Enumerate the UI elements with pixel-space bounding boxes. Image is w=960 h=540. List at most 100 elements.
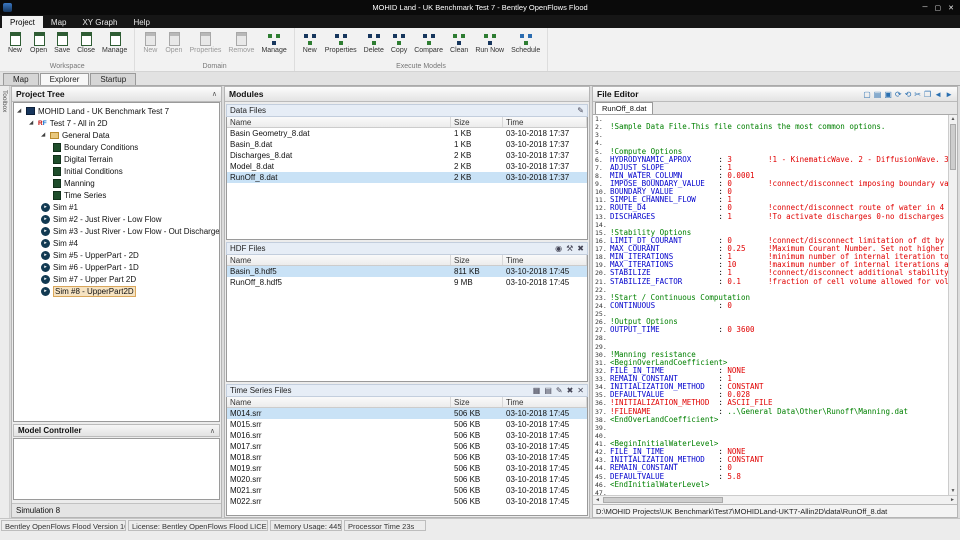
edit-icon[interactable]: ✎ [577, 106, 584, 116]
tree-item[interactable]: ▸Sim #3 - Just River - Low Flow - Out Di… [14, 225, 219, 237]
ribbon-button-properties[interactable]: Properties [322, 30, 360, 62]
table-row[interactable]: M022.srr506 KB03-10-2018 17:45 [227, 496, 587, 507]
tree-item[interactable]: Boundary Conditions [14, 141, 219, 153]
menu-project[interactable]: Project [2, 16, 43, 28]
scroll-left-icon[interactable]: ◄ [595, 497, 600, 503]
view-hdf-icon[interactable]: ◉ [555, 244, 562, 254]
copy-icon[interactable]: ❐ [924, 90, 931, 99]
ribbon-button-new[interactable]: New [299, 30, 321, 62]
editor-tab[interactable]: RunOff_8.dat [595, 102, 653, 114]
table-row[interactable]: M017.srr506 KB03-10-2018 17:45 [227, 441, 587, 452]
tree-item[interactable]: Time Series [14, 189, 219, 201]
editor-area[interactable]: 1.2.3.4.5.6.7.8.9.10.11.12.13.14.15.16.1… [593, 115, 957, 495]
line-number: 1. [595, 115, 610, 123]
tree-item[interactable]: ▸Sim #7 - Upper Part 2D [14, 273, 219, 285]
ribbon-button-manage[interactable]: Manage [258, 30, 289, 62]
table-row[interactable]: M018.srr506 KB03-10-2018 17:45 [227, 452, 587, 463]
scroll-right-icon[interactable]: ► [950, 497, 955, 503]
tree-item[interactable]: Initial Conditions [14, 165, 219, 177]
toolbox-tab[interactable]: Toolbox [0, 86, 10, 518]
delete-icon[interactable]: ✖ [567, 386, 574, 396]
edit-icon[interactable]: ✎ [556, 386, 563, 396]
horizontal-scrollbar[interactable]: ◄ ► [593, 495, 957, 504]
column-header-name[interactable]: Name [227, 255, 451, 265]
tree-item[interactable]: ◢General Data [14, 129, 219, 141]
table-row[interactable]: RunOff_8.dat2 KB03-10-2018 17:37 [227, 172, 587, 183]
table-row[interactable]: Basin_8.hdf5811 KB03-10-2018 17:45 [227, 266, 587, 277]
ribbon-button-compare[interactable]: Compare [411, 30, 446, 62]
ribbon-button-clean[interactable]: Clean [447, 30, 471, 62]
plot-chart-icon[interactable]: ▦ [533, 386, 541, 396]
open-file-icon[interactable]: ▤ [874, 90, 882, 99]
table-row[interactable]: RunOff_8.hdf59 MB03-10-2018 17:45 [227, 277, 587, 288]
next-icon[interactable]: ► [945, 90, 953, 99]
prev-icon[interactable]: ◄ [934, 90, 942, 99]
horizontal-scroll-thumb[interactable] [603, 497, 723, 503]
ribbon-button-run-now[interactable]: Run Now [472, 30, 507, 62]
ribbon-button-manage[interactable]: Manage [99, 30, 130, 62]
tree-item[interactable]: ▸Sim #6 - UpperPart - 1D [14, 261, 219, 273]
table-row[interactable]: M021.srr506 KB03-10-2018 17:45 [227, 485, 587, 496]
minimize-button[interactable]: ─ [923, 4, 928, 12]
new-file-icon[interactable]: ▢ [863, 90, 871, 99]
column-header-size[interactable]: Size [451, 397, 503, 407]
column-header-name[interactable]: Name [227, 117, 451, 127]
expander-icon[interactable]: ◢ [29, 120, 38, 126]
close-icon[interactable]: ✕ [577, 386, 584, 396]
ribbon-button-save[interactable]: Save [51, 30, 73, 62]
table-row[interactable]: M014.srr506 KB03-10-2018 17:45 [227, 408, 587, 419]
ribbon-button-schedule[interactable]: Schedule [508, 30, 543, 62]
tree-item[interactable]: ◢RFTest 7 - All in 2D [14, 117, 219, 129]
table-row[interactable]: M016.srr506 KB03-10-2018 17:45 [227, 430, 587, 441]
collapse-panel-icon[interactable]: ∧ [212, 90, 217, 98]
tree-item[interactable]: ▸Sim #1 [14, 201, 219, 213]
ribbon-button-copy[interactable]: Copy [388, 30, 410, 62]
table-row[interactable]: Model_8.dat2 KB03-10-2018 17:37 [227, 161, 587, 172]
column-header-size[interactable]: Size [451, 117, 503, 127]
table-row[interactable]: M015.srr506 KB03-10-2018 17:45 [227, 419, 587, 430]
table-row[interactable]: M019.srr506 KB03-10-2018 17:45 [227, 463, 587, 474]
tree-item[interactable]: ◢MOHID Land - UK Benchmark Test 7 [14, 105, 219, 117]
undo-icon[interactable]: ⟲ [905, 90, 912, 99]
model-controller-collapse-icon[interactable]: ∧ [210, 427, 215, 435]
menu-map[interactable]: Map [43, 16, 75, 28]
close-button[interactable]: ✕ [948, 4, 954, 12]
menu-help[interactable]: Help [125, 16, 157, 28]
tree-item[interactable]: ▸Sim #2 - Just River - Low Flow [14, 213, 219, 225]
column-header-size[interactable]: Size [451, 255, 503, 265]
vertical-scroll-thumb[interactable] [950, 124, 956, 170]
vertical-scrollbar[interactable]: ▲ ▼ [948, 115, 957, 495]
tab-startup[interactable]: Startup [90, 73, 136, 85]
table-row[interactable]: Basin_8.dat1 KB03-10-2018 17:37 [227, 139, 587, 150]
ribbon-button-new[interactable]: New [4, 30, 26, 62]
save-file-icon[interactable]: ▣ [884, 90, 892, 99]
ribbon-button-delete[interactable]: Delete [361, 30, 387, 62]
expander-icon[interactable]: ◢ [41, 132, 50, 138]
scroll-down-icon[interactable]: ▼ [949, 488, 957, 494]
tab-explorer[interactable]: Explorer [40, 73, 90, 85]
explore-hdf-icon[interactable]: ⚒ [566, 244, 573, 254]
tab-map[interactable]: Map [3, 73, 39, 85]
table-row[interactable]: M020.srr506 KB03-10-2018 17:45 [227, 474, 587, 485]
column-header-name[interactable]: Name [227, 397, 451, 407]
tree-item[interactable]: ▸Sim #5 - UpperPart - 2D [14, 249, 219, 261]
menu-xy-graph[interactable]: XY Graph [74, 16, 125, 28]
cut-icon[interactable]: ✂ [914, 90, 921, 99]
expander-icon[interactable]: ◢ [17, 108, 26, 114]
maximize-button[interactable]: ▢ [935, 4, 942, 12]
table-row[interactable]: Discharges_8.dat2 KB03-10-2018 17:37 [227, 150, 587, 161]
column-header-time[interactable]: Time [503, 397, 587, 407]
tree-item[interactable]: ▸Sim #4 [14, 237, 219, 249]
delete-hdf-icon[interactable]: ✖ [577, 244, 584, 254]
tree-item[interactable]: Digital Terrain [14, 153, 219, 165]
ribbon-button-open[interactable]: Open [27, 30, 50, 62]
table-view-icon[interactable]: ▤ [544, 386, 552, 396]
tree-item-selected[interactable]: ▸Sim #8 - UpperPart2D [14, 285, 219, 297]
table-row[interactable]: Basin Geometry_8.dat1 KB03-10-2018 17:37 [227, 128, 587, 139]
column-header-time[interactable]: Time [503, 117, 587, 127]
ribbon-button-close[interactable]: Close [74, 30, 98, 62]
tree-item[interactable]: Manning [14, 177, 219, 189]
refresh-icon[interactable]: ⟳ [895, 90, 902, 99]
scroll-up-icon[interactable]: ▲ [949, 116, 957, 122]
column-header-time[interactable]: Time [503, 255, 587, 265]
